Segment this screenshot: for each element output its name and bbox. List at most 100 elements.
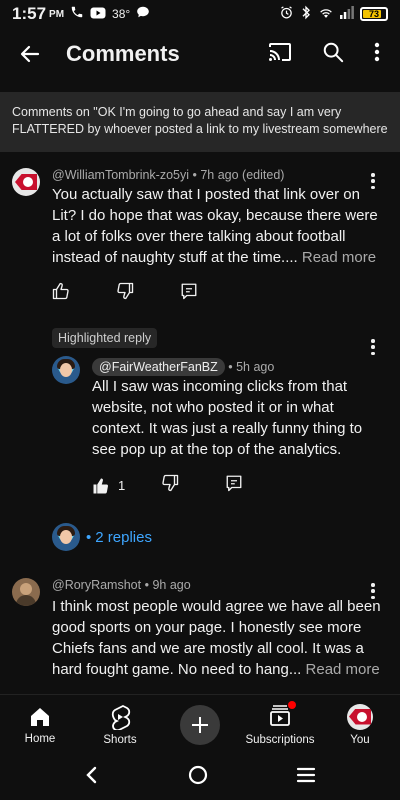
nav-subscriptions[interactable]: Subscriptions — [240, 695, 320, 754]
bluetooth-icon — [300, 5, 312, 23]
app-bar: Comments — [0, 28, 400, 80]
plus-icon — [192, 716, 208, 733]
comment-thread: @WilliamTombrink-zo5yi • 7h ago (edited)… — [0, 160, 400, 310]
avatar[interactable] — [52, 356, 80, 384]
like-button[interactable]: 1 — [92, 477, 125, 495]
avatar[interactable] — [12, 168, 40, 196]
comment-line: good sports on your page. I honestly see… — [52, 619, 362, 636]
replies-count: 2 replies — [95, 528, 152, 546]
youtube-notif-icon — [90, 6, 106, 23]
search-button[interactable] — [322, 41, 344, 68]
more-options-button[interactable] — [374, 42, 380, 67]
status-right: 73 — [279, 5, 388, 23]
comment-line: Lit? I do hope that was okay, because th… — [52, 207, 378, 224]
comment-meta: @WilliamTombrink-zo5yi • 7h ago (edited) — [52, 168, 285, 182]
menu-lines-icon — [296, 767, 316, 782]
read-more-link[interactable]: Read more — [302, 249, 376, 266]
reply-line: website, not who posted it or in what — [92, 399, 334, 416]
like-count: 1 — [118, 478, 126, 493]
kebab-icon — [374, 42, 380, 61]
cast-button[interactable] — [268, 42, 292, 67]
reply-icon — [181, 283, 197, 300]
nav-you-label: You — [350, 733, 370, 746]
like-button[interactable] — [52, 282, 70, 305]
comment-line: hard fought game. No need to hang... — [52, 661, 306, 678]
subscriptions-icon-wrap — [268, 701, 296, 730]
status-time: 1:57 — [12, 4, 47, 23]
reply-button[interactable] — [225, 474, 243, 497]
thumbs-down-icon — [162, 474, 179, 492]
circle-home-icon — [188, 765, 208, 784]
bottom-nav: Home Shorts Subscriptions You — [0, 694, 400, 754]
highlighted-reply: @FairWeatherFanBZ • 5h ago All I saw was… — [0, 352, 400, 502]
nav-subscriptions-label: Subscriptions — [245, 734, 315, 746]
thumbs-down-icon — [117, 282, 134, 300]
nav-you[interactable]: You — [320, 695, 400, 754]
reply-author[interactable]: @FairWeatherFanBZ — [92, 358, 225, 376]
battery-icon: 73 — [360, 7, 388, 21]
create-button[interactable] — [180, 704, 220, 745]
battery-level: 73 — [368, 9, 379, 19]
weather-temp: 38° — [112, 7, 131, 21]
search-icon — [323, 42, 344, 62]
comment-author[interactable]: @WilliamTombrink-zo5yi — [52, 168, 189, 182]
system-home-button[interactable] — [188, 765, 208, 790]
status-bar: 1:57 PM 38° 73 — [0, 0, 400, 28]
reply-icon — [226, 475, 242, 492]
highlighted-reply-label: Highlighted reply — [52, 328, 158, 348]
read-more-link[interactable]: Read more — [306, 661, 380, 678]
back-button[interactable] — [0, 42, 60, 66]
reply-time: 5h ago — [236, 360, 275, 374]
thumbs-up-filled-icon — [93, 478, 108, 493]
status-left: 1:57 PM 38° — [12, 4, 150, 24]
replies-dot: • — [86, 528, 92, 546]
comment-line: a lot of folks over there talking about … — [52, 228, 346, 245]
status-ampm: PM — [49, 8, 65, 20]
view-replies-button[interactable]: • 2 replies — [52, 523, 152, 551]
phone-icon — [70, 5, 84, 23]
comment-time: 7h ago (edited) — [200, 168, 285, 182]
video-context-banner[interactable]: Comments on "OK I'm going to go ahead an… — [0, 92, 400, 152]
comment-actions — [52, 282, 198, 305]
alarm-icon — [279, 5, 294, 23]
nav-create[interactable] — [160, 695, 240, 754]
nav-home[interactable]: Home — [0, 695, 80, 754]
reply-actions: 1 — [92, 474, 243, 497]
nav-shorts[interactable]: Shorts — [80, 695, 160, 754]
dislike-button[interactable] — [161, 474, 179, 497]
signal-icon — [340, 6, 354, 22]
nav-shorts-label: Shorts — [103, 733, 137, 746]
comment-line: I think most people would agree we have … — [52, 598, 381, 615]
system-back-button[interactable] — [84, 766, 100, 789]
app-actions — [268, 41, 400, 68]
system-nav-bar — [0, 754, 400, 800]
cast-icon — [269, 42, 291, 61]
wifi-icon — [318, 6, 334, 22]
back-arrow-icon — [20, 45, 40, 63]
reply-line: context. It was just a really funny thin… — [92, 420, 363, 437]
context-line-2: FLATTERED by whoever posted a link to my… — [12, 122, 388, 136]
notification-dot — [288, 701, 296, 709]
nav-home-label: Home — [24, 732, 56, 745]
dislike-button[interactable] — [116, 282, 134, 305]
avatar — [52, 523, 80, 551]
comment-line: instead of naughty stuff at the time.... — [52, 249, 302, 266]
system-recents-button[interactable] — [296, 767, 316, 788]
reply-line: see pop up at the top of the analytics. — [92, 441, 342, 458]
comment-thread: @RoryRamshot • 9h ago I think most peopl… — [0, 570, 400, 690]
reply-button[interactable] — [180, 282, 198, 305]
comment-text: You actually saw that I posted that link… — [52, 184, 388, 268]
reply-text: All I saw was incoming clicks from that … — [92, 376, 388, 460]
thumbs-up-icon — [52, 282, 69, 300]
reply-meta: @FairWeatherFanBZ • 5h ago — [92, 358, 274, 376]
page-title: Comments — [66, 41, 180, 66]
comment-text: I think most people would agree we have … — [52, 596, 392, 680]
home-icon — [31, 707, 49, 726]
chevron-left-icon — [86, 766, 97, 783]
chat-icon — [136, 5, 150, 23]
context-line-1: Comments on "OK I'm going to go ahead an… — [12, 105, 342, 119]
comment-author[interactable]: @RoryRamshot — [52, 578, 141, 592]
avatar[interactable] — [12, 578, 40, 606]
comment-line: Chiefs fans and we are mostly all cool. … — [52, 640, 364, 657]
comment-meta: @RoryRamshot • 9h ago — [52, 578, 191, 592]
